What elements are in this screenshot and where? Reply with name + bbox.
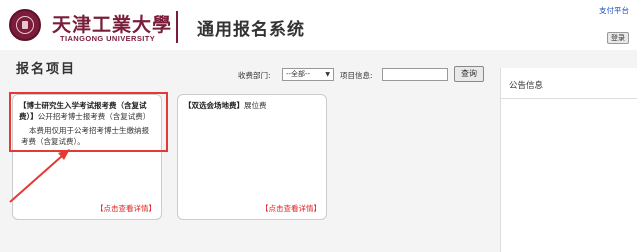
main-content: 报名项目 收费部门: --全部-- ▼ 项目信息: 查询 公告信息 【博士研究生… xyxy=(0,50,637,252)
header-divider xyxy=(176,11,178,43)
dept-select-value: --全部-- xyxy=(286,70,311,78)
university-name-en: TIANGONG UNIVERSITY xyxy=(60,34,156,43)
login-button[interactable]: 登录 xyxy=(607,32,629,44)
dept-select[interactable]: --全部-- ▼ xyxy=(282,68,334,81)
item-info-input[interactable] xyxy=(382,68,448,81)
item-info-label: 项目信息: xyxy=(340,71,373,80)
card-title: 【双选会场地费】展位费 xyxy=(184,100,324,111)
divider xyxy=(501,98,637,99)
notice-title: 公告信息 xyxy=(509,81,544,91)
highlight-box xyxy=(9,92,168,152)
chevron-down-icon: ▼ xyxy=(325,71,330,78)
project-card-booth-fee[interactable]: 【双选会场地费】展位费 【点击查看详情】 xyxy=(177,94,327,220)
pay-platform-link[interactable]: 支付平台 xyxy=(599,5,629,16)
university-name-cn: 天津工業大學 xyxy=(52,14,173,36)
card-detail-link[interactable]: 【点击查看详情】 xyxy=(261,203,321,214)
page-title: 报名项目 xyxy=(16,62,77,77)
card-detail-link[interactable]: 【点击查看详情】 xyxy=(96,203,156,214)
card-title-text: 展位费 xyxy=(244,101,267,110)
query-button[interactable]: 查询 xyxy=(454,66,484,82)
header: 天津工業大學 TIANGONG UNIVERSITY 通用报名系统 支付平台 登… xyxy=(0,0,637,50)
notice-panel: 公告信息 xyxy=(500,68,637,252)
university-seal-icon xyxy=(9,9,41,41)
site-title: 通用报名系统 xyxy=(197,20,305,40)
card-tag: 【双选会场地费】 xyxy=(184,101,244,110)
dept-label: 收费部门: xyxy=(238,71,271,80)
